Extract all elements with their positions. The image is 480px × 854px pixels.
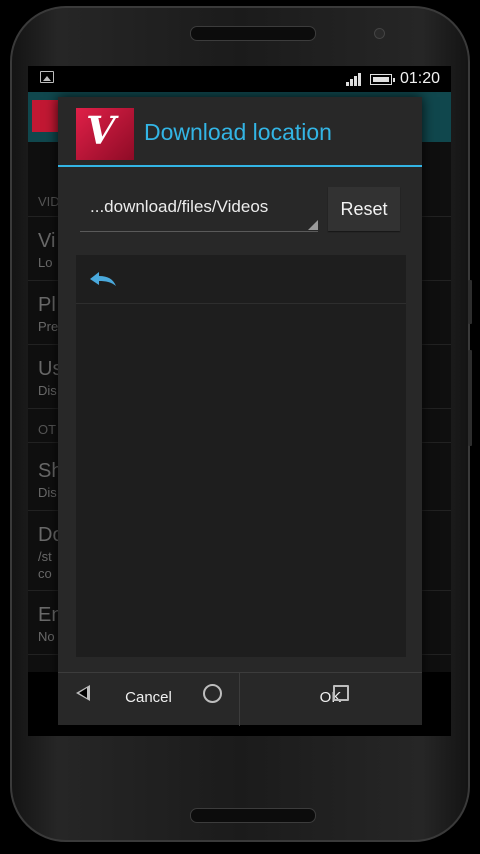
power-button — [468, 280, 472, 324]
back-icon[interactable] — [76, 685, 90, 701]
app-logo-icon — [32, 100, 58, 132]
front-camera — [374, 28, 385, 39]
dialog-button-bar: Cancel OK — [58, 672, 422, 726]
folder-browser — [76, 255, 406, 657]
ok-button[interactable]: OK — [240, 673, 421, 726]
screen: 01:20 VID Vi Lo Pl Pre Us Dis OT Sh Dis Do/s… — [28, 66, 451, 736]
app-logo-icon: V — [76, 108, 134, 160]
path-value: ...download/files/Videos — [90, 197, 269, 216]
bottom-speaker — [190, 808, 316, 823]
list-item[interactable]: Vi Lo — [38, 230, 55, 270]
title-divider — [58, 165, 422, 167]
signal-icon — [346, 72, 362, 86]
status-bar: 01:20 — [28, 66, 451, 92]
battery-icon — [370, 74, 395, 85]
reset-button[interactable]: Reset — [328, 187, 400, 231]
image-notification-icon — [40, 71, 54, 83]
back-arrow-icon — [90, 272, 116, 286]
status-time: 01:20 — [400, 70, 441, 87]
recents-icon[interactable] — [333, 685, 349, 701]
download-location-dialog: V Download location ...download/files/Vi… — [58, 97, 422, 726]
section-header: OT — [38, 422, 57, 437]
top-speaker — [190, 26, 316, 41]
parent-folder-row[interactable] — [76, 255, 406, 304]
dialog-title: Download location — [144, 119, 332, 145]
volume-button — [468, 350, 472, 446]
path-spinner[interactable]: ...download/files/Videos — [80, 187, 318, 232]
dropdown-corner-icon — [308, 220, 318, 230]
home-icon[interactable] — [203, 684, 222, 703]
dialog-header: V Download location — [58, 97, 422, 167]
section-header: VID — [38, 194, 60, 209]
list-item[interactable]: Pl Pre — [38, 294, 58, 334]
